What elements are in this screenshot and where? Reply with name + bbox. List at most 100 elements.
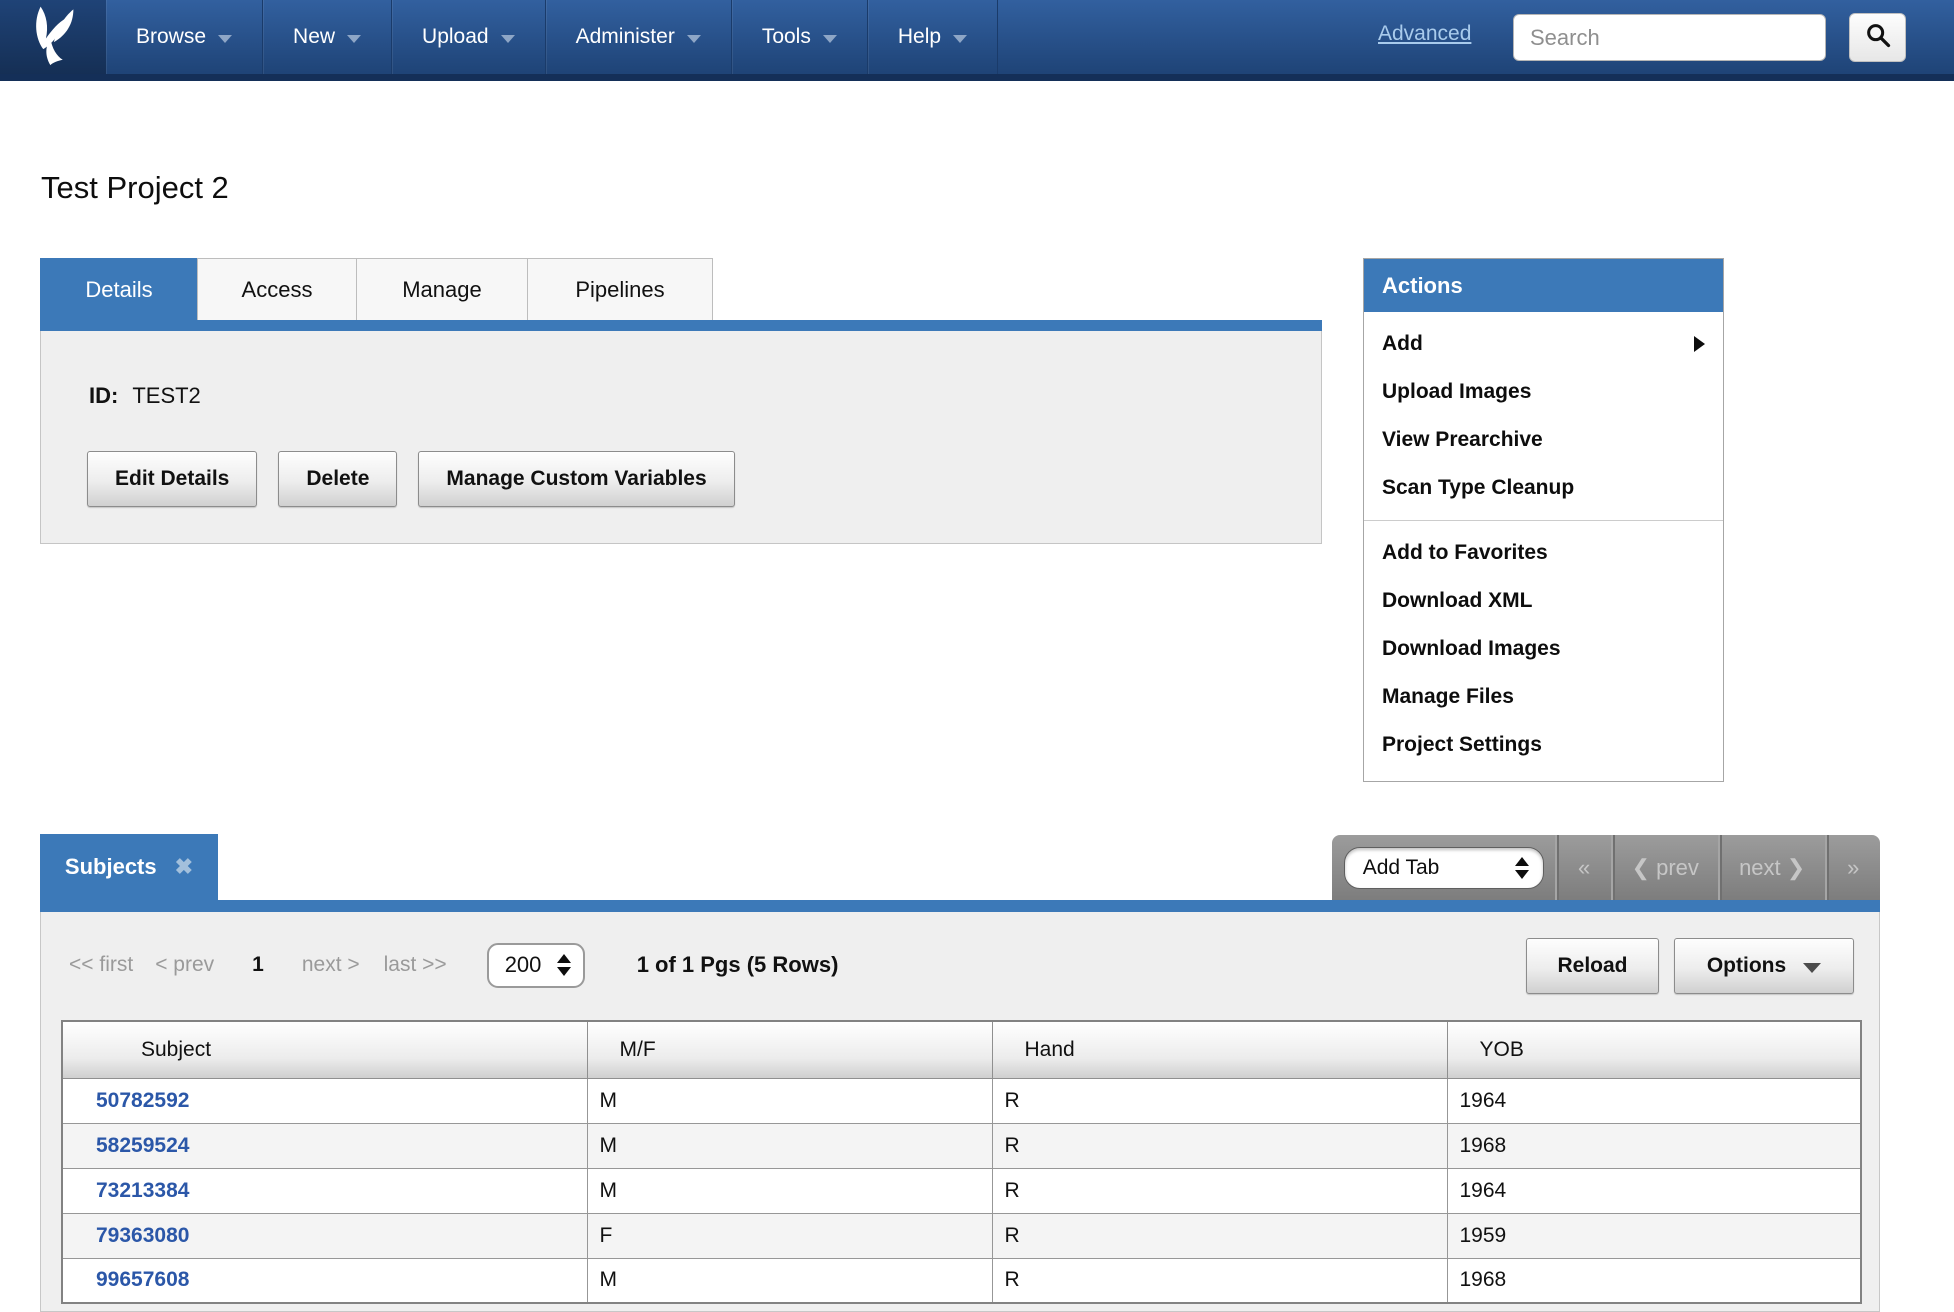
- table-row: 50782592 M R 1964: [62, 1078, 1861, 1123]
- select-spinner-icon: [557, 954, 571, 976]
- menu-tools[interactable]: Tools: [732, 0, 868, 74]
- cell-mf: M: [587, 1078, 992, 1123]
- cell-mf: M: [587, 1258, 992, 1303]
- menu-browse[interactable]: Browse: [106, 0, 263, 74]
- edit-details-button[interactable]: Edit Details: [87, 451, 257, 507]
- actions-panel: Actions Add Upload Images View Prearchiv…: [1363, 258, 1724, 782]
- xnat-tulip-icon: [24, 4, 82, 71]
- add-tab-select[interactable]: Add Tab: [1344, 847, 1544, 889]
- action-add-to-favorites[interactable]: Add to Favorites: [1364, 529, 1723, 577]
- subjects-panel: << first < prev 1 next > last >> 200 1 o…: [40, 912, 1880, 1312]
- chevron-down-icon: [687, 35, 701, 43]
- subject-link[interactable]: 58259524: [96, 1134, 189, 1157]
- cell-yob: 1964: [1447, 1168, 1861, 1213]
- chevron-right-icon: [1694, 336, 1705, 352]
- details-button-row: Edit Details Delete Manage Custom Variab…: [87, 451, 735, 507]
- menu-new-label: New: [293, 25, 335, 49]
- chevron-down-icon: [823, 35, 837, 43]
- advanced-search-link[interactable]: Advanced: [1378, 22, 1471, 46]
- cell-mf: M: [587, 1123, 992, 1168]
- manage-custom-variables-button[interactable]: Manage Custom Variables: [418, 451, 734, 507]
- pagination-bar: << first < prev 1 next > last >> 200 1 o…: [69, 942, 838, 988]
- page-size-select[interactable]: 200: [487, 943, 585, 988]
- column-header-mf[interactable]: M/F: [587, 1021, 992, 1078]
- tab-manage[interactable]: Manage: [356, 258, 528, 320]
- menu-help[interactable]: Help: [868, 0, 998, 74]
- menu-help-label: Help: [898, 25, 941, 49]
- options-button[interactable]: Options: [1674, 938, 1854, 994]
- search-button[interactable]: [1849, 13, 1906, 62]
- select-spinner-icon: [1515, 857, 1529, 879]
- column-header-subject[interactable]: Subject: [62, 1021, 587, 1078]
- tabs-next-button[interactable]: next ❯: [1718, 835, 1825, 900]
- action-download-xml[interactable]: Download XML: [1364, 577, 1723, 625]
- cell-hand: R: [992, 1078, 1447, 1123]
- pagination-first-link[interactable]: << first: [69, 953, 133, 977]
- tab-pipelines[interactable]: Pipelines: [527, 258, 713, 320]
- menu-tools-label: Tools: [762, 25, 811, 49]
- close-icon[interactable]: ✖: [175, 854, 193, 880]
- action-project-settings[interactable]: Project Settings: [1364, 721, 1723, 769]
- pagination-last-link[interactable]: last >>: [384, 953, 447, 977]
- cell-mf: M: [587, 1168, 992, 1213]
- tab-subjects[interactable]: Subjects ✖: [40, 834, 218, 900]
- cell-yob: 1964: [1447, 1078, 1861, 1123]
- search-icon: [1864, 21, 1892, 54]
- action-scan-type-cleanup[interactable]: Scan Type Cleanup: [1364, 464, 1723, 512]
- cell-hand: R: [992, 1213, 1447, 1258]
- reload-button[interactable]: Reload: [1526, 938, 1659, 994]
- menu-upload-label: Upload: [422, 25, 489, 49]
- tab-access[interactable]: Access: [197, 258, 357, 320]
- pagination-next-link[interactable]: next >: [302, 953, 360, 977]
- cell-hand: R: [992, 1258, 1447, 1303]
- tabs-scroll-last-button[interactable]: »: [1825, 835, 1880, 900]
- cell-hand: R: [992, 1168, 1447, 1213]
- cell-yob: 1959: [1447, 1213, 1861, 1258]
- page-title: Test Project 2: [41, 170, 229, 206]
- menu-new[interactable]: New: [263, 0, 392, 74]
- subject-link[interactable]: 79363080: [96, 1224, 189, 1247]
- options-button-label: Options: [1707, 954, 1786, 978]
- actions-panel-title: Actions: [1364, 259, 1723, 312]
- action-upload-images[interactable]: Upload Images: [1364, 368, 1723, 416]
- subjects-tab-toolbar: Add Tab « ❮ prev next ❯ »: [1332, 835, 1880, 900]
- menu-upload[interactable]: Upload: [392, 0, 546, 74]
- project-id-label: ID:: [89, 383, 118, 408]
- app-logo[interactable]: [0, 0, 106, 74]
- subjects-accent-strip: [40, 900, 1880, 912]
- action-add[interactable]: Add: [1364, 320, 1723, 368]
- chevron-down-icon: [1803, 963, 1821, 973]
- chevron-down-icon: [347, 35, 361, 43]
- column-header-hand[interactable]: Hand: [992, 1021, 1447, 1078]
- action-add-label: Add: [1382, 332, 1423, 356]
- search-input[interactable]: [1513, 14, 1826, 61]
- subject-link[interactable]: 50782592: [96, 1089, 189, 1112]
- page-size-value: 200: [505, 952, 542, 978]
- tabs-prev-button[interactable]: ❮ prev: [1611, 835, 1718, 900]
- menu-administer[interactable]: Administer: [546, 0, 732, 74]
- add-tab-select-value: Add Tab: [1363, 856, 1440, 880]
- actions-menu: Add Upload Images View Prearchive Scan T…: [1364, 312, 1723, 781]
- menu-browse-label: Browse: [136, 25, 206, 49]
- cell-mf: F: [587, 1213, 992, 1258]
- pagination-prev-link[interactable]: < prev: [155, 953, 214, 977]
- table-row: 58259524 M R 1968: [62, 1123, 1861, 1168]
- actions-divider: [1364, 520, 1723, 521]
- project-id-row: ID:TEST2: [89, 383, 201, 409]
- table-row: 99657608 M R 1968: [62, 1258, 1861, 1303]
- subject-link[interactable]: 73213384: [96, 1179, 189, 1202]
- subject-link[interactable]: 99657608: [96, 1268, 189, 1291]
- tab-details[interactable]: Details: [40, 258, 198, 320]
- pagination-current-page: 1: [252, 953, 264, 977]
- delete-button[interactable]: Delete: [278, 451, 397, 507]
- table-row: 73213384 M R 1964: [62, 1168, 1861, 1213]
- project-tabs: Details Access Manage Pipelines: [40, 258, 713, 320]
- action-download-images[interactable]: Download Images: [1364, 625, 1723, 673]
- cell-yob: 1968: [1447, 1123, 1861, 1168]
- action-view-prearchive[interactable]: View Prearchive: [1364, 416, 1723, 464]
- cell-yob: 1968: [1447, 1258, 1861, 1303]
- tabs-scroll-first-button[interactable]: «: [1555, 835, 1610, 900]
- action-manage-files[interactable]: Manage Files: [1364, 673, 1723, 721]
- column-header-yob[interactable]: YOB: [1447, 1021, 1861, 1078]
- table-row: 79363080 F R 1959: [62, 1213, 1861, 1258]
